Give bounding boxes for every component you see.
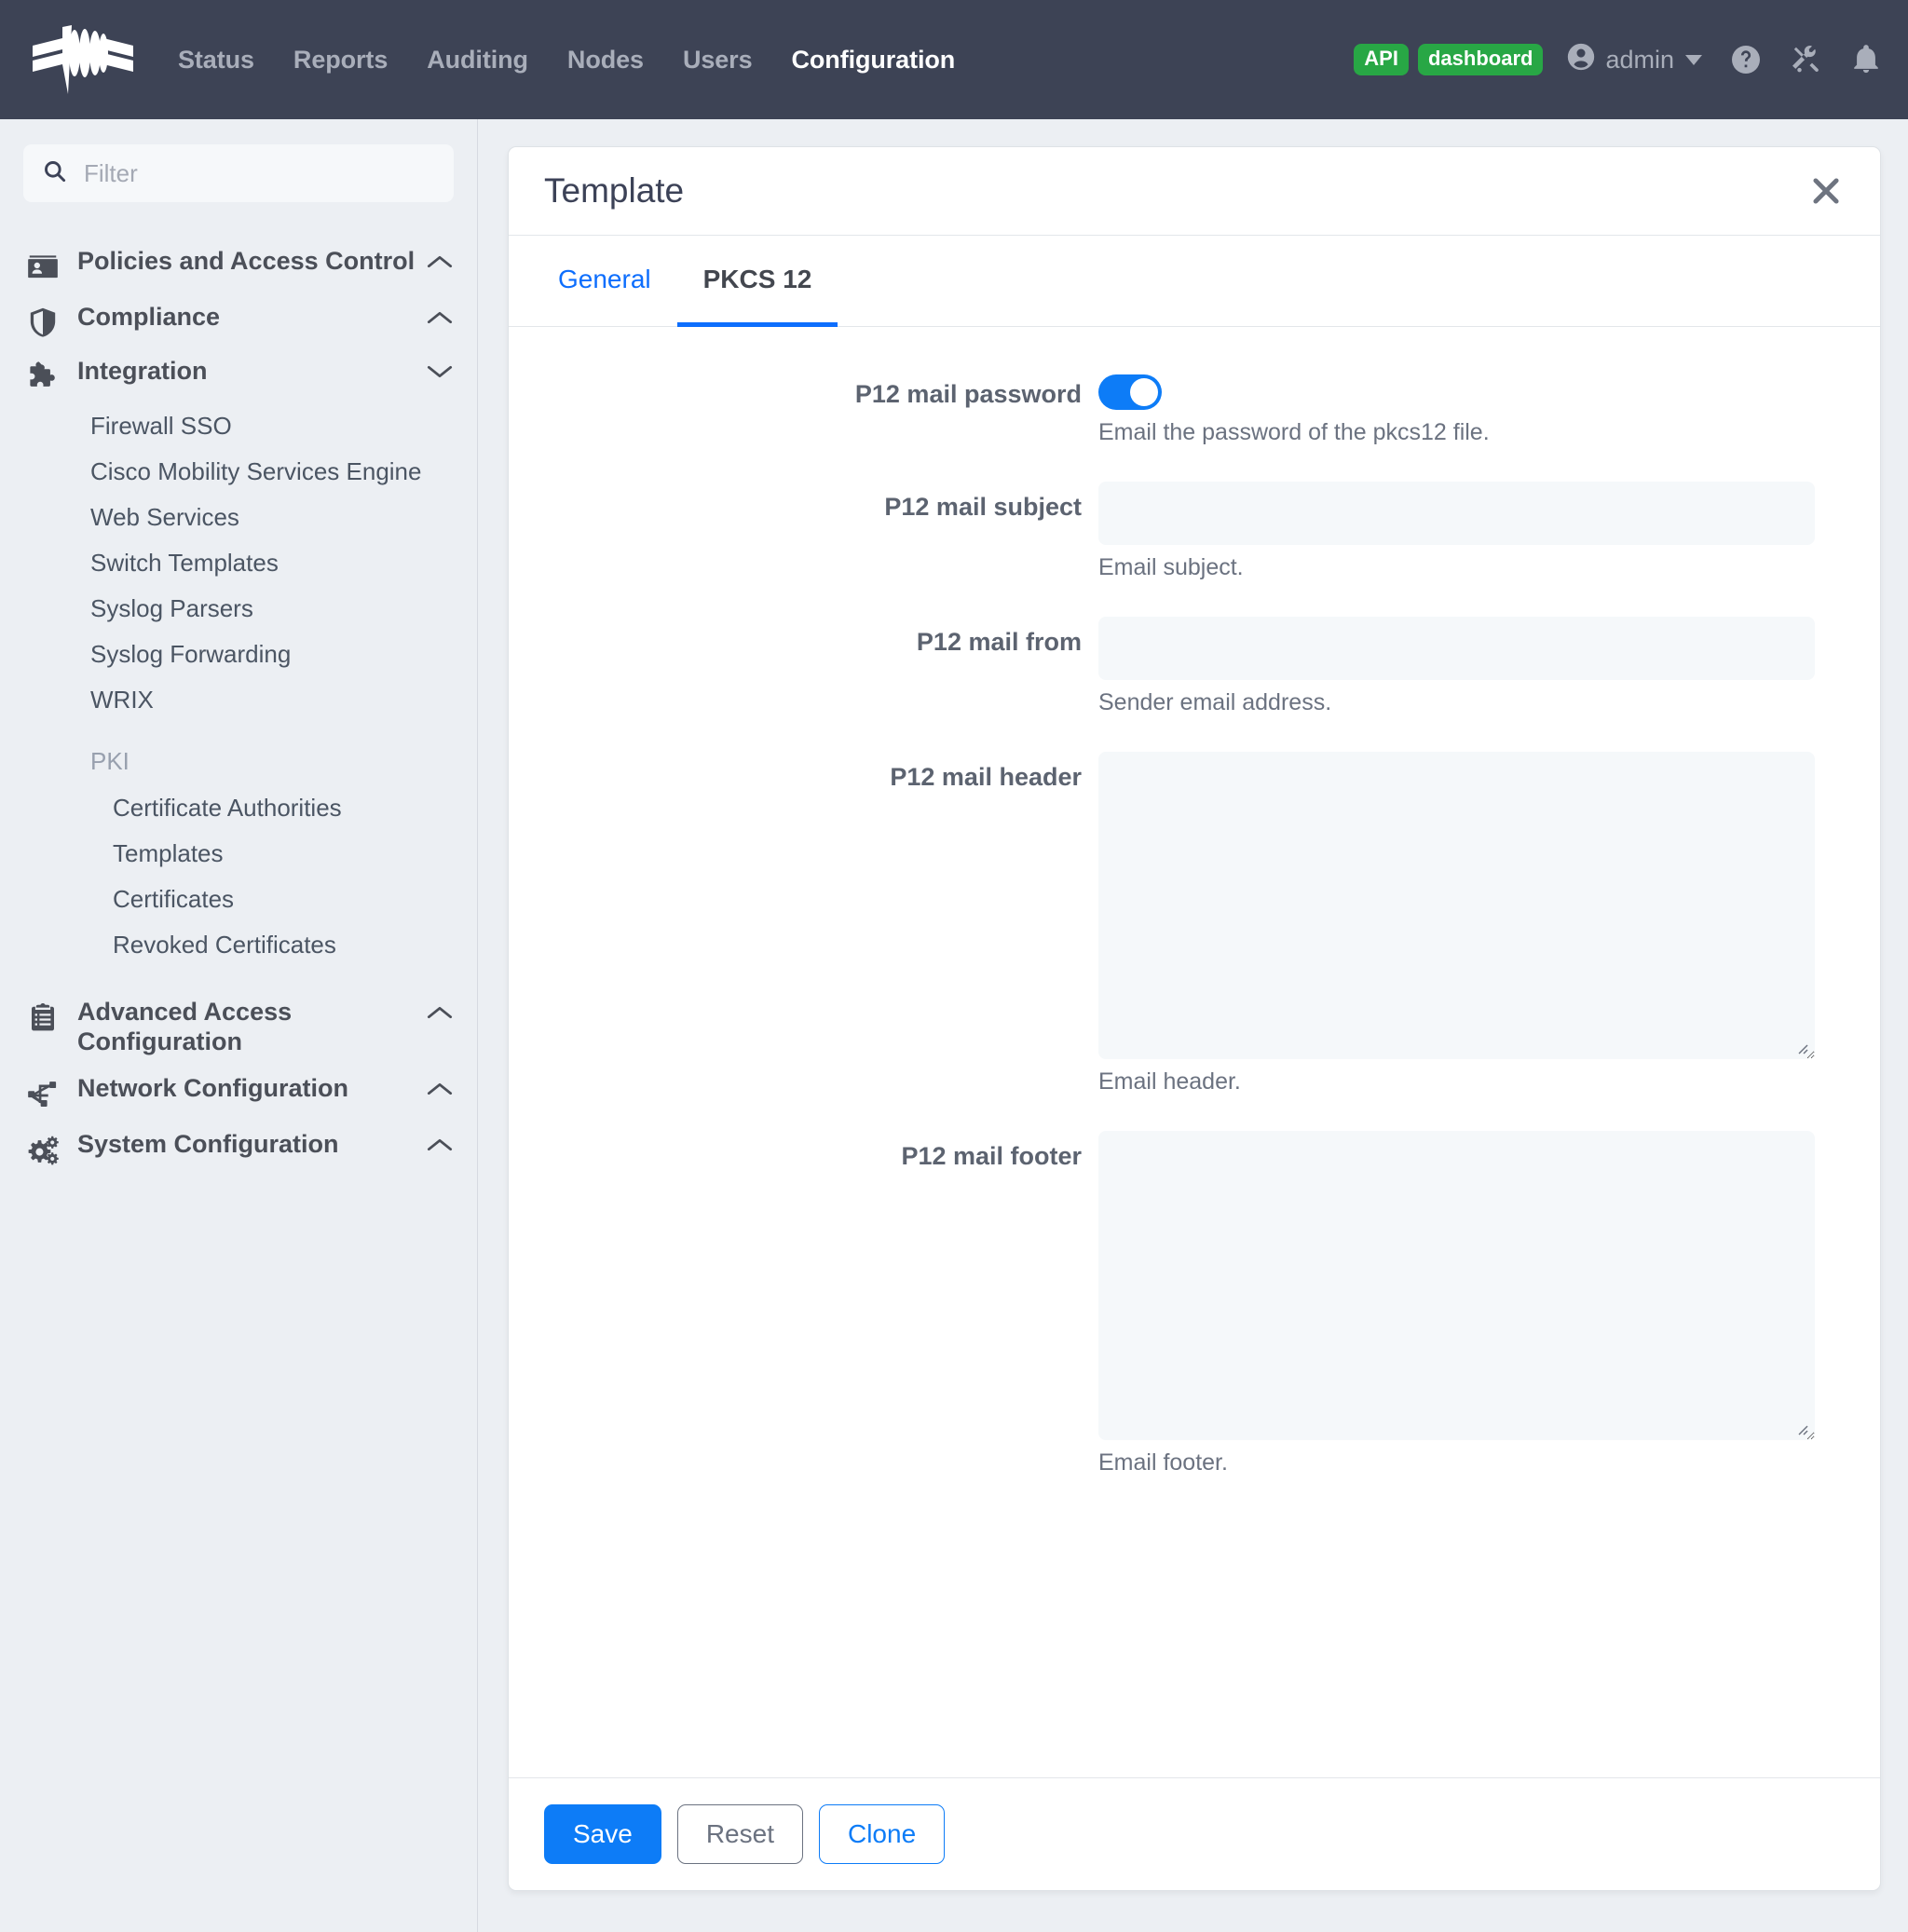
navbar-right: API dashboard admin	[1354, 41, 1882, 79]
sidebar-item-web-services[interactable]: Web Services	[23, 495, 454, 540]
nav-link-reports[interactable]: Reports	[274, 46, 407, 75]
sidebar-section-pki: PKI	[90, 747, 129, 775]
p12-mail-from-input[interactable]	[1098, 617, 1815, 680]
chevron-up-icon	[426, 997, 454, 1021]
field-help: Email subject.	[1098, 554, 1244, 580]
sidebar-item-wrix[interactable]: WRIX	[23, 677, 454, 723]
clipboard-list-icon	[23, 997, 62, 1034]
filter-input[interactable]	[82, 157, 435, 189]
field-help: Sender email address.	[1098, 689, 1332, 715]
chevron-up-icon	[426, 246, 454, 270]
field-row-p12-mail-footer: P12 mail footer Email footer.	[509, 1131, 1880, 1501]
field-row-p12-mail-password: P12 mail password Email the password of …	[509, 369, 1880, 470]
sidebar-filter[interactable]	[23, 144, 454, 202]
sidebar-item-firewall-sso[interactable]: Firewall SSO	[23, 403, 454, 449]
field-help: Email the password of the pkcs12 file.	[1098, 419, 1490, 445]
p12-mail-header-textarea[interactable]	[1098, 752, 1815, 1059]
chevron-up-icon	[426, 1129, 454, 1153]
panel-footer: Save Reset Clone	[509, 1777, 1880, 1890]
panel-body: P12 mail password Email the password of …	[509, 327, 1880, 1777]
sidebar-item-certificate-authorities[interactable]: Certificate Authorities	[23, 785, 454, 831]
primary-nav: Status Reports Auditing Nodes Users Conf…	[158, 46, 974, 75]
field-label: P12 mail from	[916, 628, 1082, 656]
p12-mail-password-toggle[interactable]	[1098, 374, 1162, 410]
chevron-up-icon	[426, 1073, 454, 1097]
tab-general[interactable]: General	[532, 236, 677, 327]
field-label: P12 mail footer	[901, 1142, 1082, 1170]
puzzle-icon	[23, 356, 62, 395]
dashboard-badge[interactable]: dashboard	[1417, 44, 1544, 75]
p12-mail-footer-textarea[interactable]	[1098, 1131, 1815, 1440]
sidebar-group-label: Network Configuration	[77, 1074, 348, 1103]
sidebar-group-label: Policies and Access Control	[77, 247, 416, 275]
api-badge[interactable]: API	[1354, 44, 1409, 75]
reset-button[interactable]: Reset	[676, 1804, 803, 1864]
top-navbar: Status Reports Auditing Nodes Users Conf…	[0, 0, 1908, 119]
close-icon[interactable]	[1804, 169, 1848, 213]
sidebar-item-revoked-certificates[interactable]: Revoked Certificates	[23, 922, 454, 968]
nav-link-configuration[interactable]: Configuration	[772, 46, 975, 75]
nav-link-users[interactable]: Users	[663, 46, 772, 75]
sidebar-item-syslog-parsers[interactable]: Syslog Parsers	[23, 586, 454, 632]
sidebar-group-network-configuration[interactable]: Network Configuration	[23, 1065, 454, 1121]
gears-icon	[23, 1129, 62, 1170]
id-card-icon	[23, 246, 62, 285]
field-label: P12 mail password	[854, 380, 1082, 408]
field-row-p12-mail-from: P12 mail from Sender email address.	[509, 617, 1880, 741]
field-label: P12 mail header	[890, 763, 1082, 791]
sidebar-group-integration[interactable]: Integration	[23, 347, 454, 403]
user-menu[interactable]: admin	[1565, 41, 1702, 79]
chevron-down-icon	[1685, 54, 1702, 65]
bell-icon[interactable]	[1850, 44, 1882, 75]
chevron-up-icon	[426, 302, 454, 326]
avatar-icon	[1565, 41, 1597, 79]
sidebar-group-advanced-access-configuration[interactable]: Advanced Access Configuration	[23, 988, 454, 1065]
main-content: Template General PKCS 12 P12 mail passwo…	[478, 119, 1908, 1932]
network-icon	[23, 1073, 62, 1112]
help-circle-icon[interactable]	[1729, 43, 1763, 76]
sidebar-item-templates[interactable]: Templates	[23, 831, 454, 877]
tools-icon[interactable]	[1790, 43, 1823, 76]
nav-link-status[interactable]: Status	[158, 46, 274, 75]
field-row-p12-mail-header: P12 mail header Email header.	[509, 752, 1880, 1120]
sidebar-group-compliance[interactable]: Compliance	[23, 293, 454, 347]
chevron-down-icon	[426, 356, 454, 380]
logo-icon[interactable]	[28, 25, 138, 94]
sidebar-item-certificates[interactable]: Certificates	[23, 877, 454, 922]
save-button[interactable]: Save	[544, 1804, 661, 1864]
p12-mail-subject-input[interactable]	[1098, 482, 1815, 545]
panel-header: Template	[509, 147, 1880, 236]
sidebar-item-switch-templates[interactable]: Switch Templates	[23, 540, 454, 586]
sidebar-group-label: System Configuration	[77, 1130, 339, 1159]
field-label: P12 mail subject	[884, 493, 1082, 521]
field-row-p12-mail-subject: P12 mail subject Email subject.	[509, 482, 1880, 605]
sidebar-group-label: Advanced Access Configuration	[77, 998, 293, 1056]
user-name: admin	[1605, 45, 1674, 74]
panel-tabs: General PKCS 12	[509, 236, 1880, 327]
sidebar-group-system-configuration[interactable]: System Configuration	[23, 1121, 454, 1178]
sidebar-group-label: Compliance	[77, 303, 221, 331]
sidebar: Policies and Access Control Compliance	[0, 119, 478, 1932]
clone-button[interactable]: Clone	[818, 1804, 946, 1864]
sidebar-item-syslog-forwarding[interactable]: Syslog Forwarding	[23, 632, 454, 677]
nav-link-auditing[interactable]: Auditing	[407, 46, 548, 75]
shield-icon	[23, 302, 62, 339]
tab-pkcs-12[interactable]: PKCS 12	[676, 236, 838, 327]
page-layout: Policies and Access Control Compliance	[0, 119, 1908, 1932]
toggle-knob	[1130, 378, 1158, 406]
page-title: Template	[544, 171, 685, 210]
field-help: Email header.	[1098, 1068, 1241, 1095]
search-icon	[42, 158, 67, 188]
sidebar-group-label: Integration	[77, 357, 208, 385]
nav-link-nodes[interactable]: Nodes	[548, 46, 663, 75]
field-help: Email footer.	[1098, 1449, 1228, 1476]
sidebar-group-policies-and-access-control[interactable]: Policies and Access Control	[23, 238, 454, 293]
template-panel: Template General PKCS 12 P12 mail passwo…	[508, 146, 1881, 1891]
sidebar-item-cisco-mobility-services-engine[interactable]: Cisco Mobility Services Engine	[23, 449, 454, 495]
